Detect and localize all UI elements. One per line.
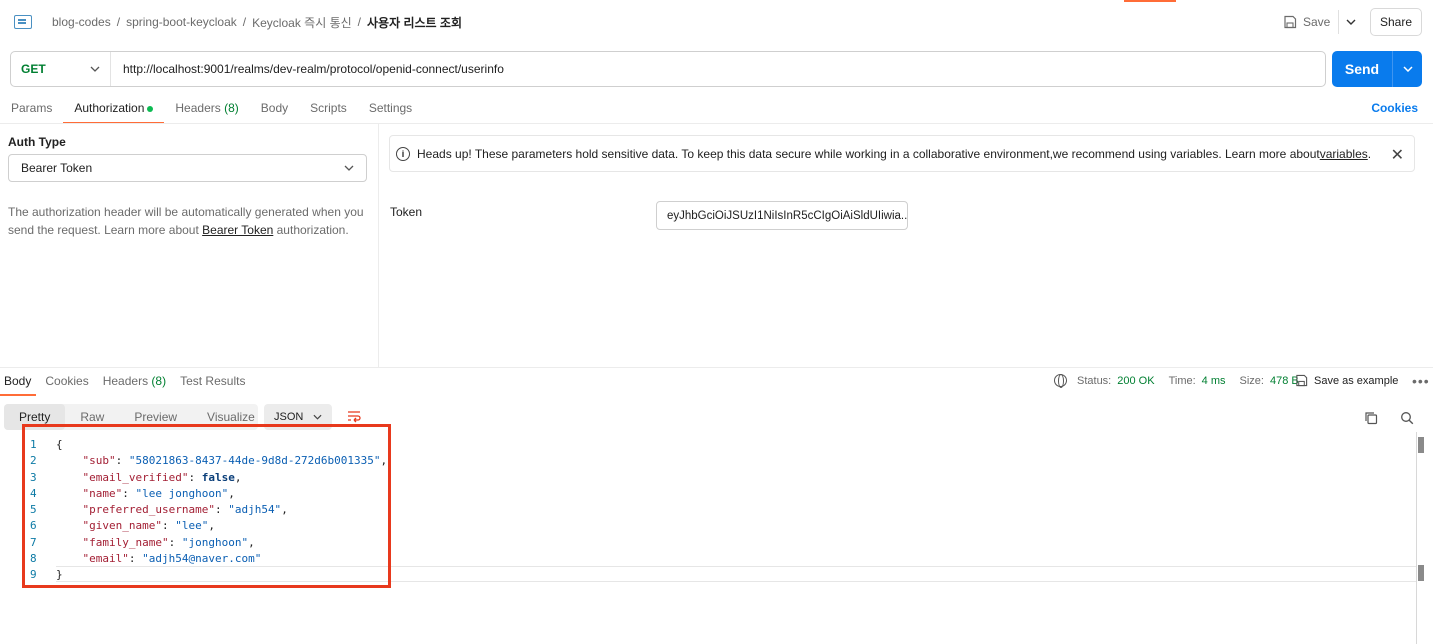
editor-scrollbar[interactable]	[1416, 432, 1417, 644]
save-as-example-button[interactable]: Save as example	[1295, 374, 1398, 387]
breadcrumb-item-subfolder[interactable]: Keycloak 즉시 통신	[252, 14, 352, 31]
method-label: GET	[21, 62, 46, 76]
tab-headers-label: Headers	[175, 101, 221, 115]
bearer-token-link[interactable]: Bearer Token	[202, 223, 273, 237]
status-label: Status:	[1077, 374, 1112, 387]
more-options-icon[interactable]: •••	[1412, 373, 1430, 389]
breadcrumb-item-collection[interactable]: blog-codes	[52, 15, 111, 29]
request-tabs: Params Authorization Headers (8) Body Sc…	[0, 98, 423, 124]
divider	[0, 123, 1433, 124]
breadcrumb-separator: /	[357, 15, 361, 29]
close-icon[interactable]: ✕	[1391, 145, 1404, 165]
chevron-down-icon	[344, 165, 354, 171]
auth-description-suffix: authorization.	[273, 223, 349, 237]
globe-icon[interactable]	[1054, 374, 1067, 388]
url-bar: GET http://localhost:9001/realms/dev-rea…	[10, 51, 1326, 87]
tab-response-body[interactable]: Body	[0, 372, 37, 396]
http-request-icon	[14, 15, 32, 29]
time-label: Time:	[1168, 374, 1196, 387]
send-label: Send	[1344, 61, 1380, 77]
status-value[interactable]: 200 OK	[1117, 375, 1154, 387]
share-button[interactable]: Share	[1370, 8, 1422, 36]
time-value[interactable]: 4 ms	[1202, 375, 1226, 387]
save-as-example-label: Save as example	[1314, 374, 1399, 387]
status-dot	[147, 105, 154, 112]
save-icon	[1296, 374, 1308, 387]
send-button[interactable]: Send	[1332, 51, 1422, 87]
tab-body[interactable]: Body	[250, 98, 299, 124]
tab-params[interactable]: Params	[0, 98, 63, 124]
scrollbar-marker	[1418, 565, 1424, 581]
copy-icon[interactable]	[1364, 411, 1378, 425]
banner-text: Heads up! These parameters hold sensitiv…	[417, 146, 1320, 161]
annotation-highlight-box	[22, 424, 391, 588]
auth-type-label: Auth Type	[8, 135, 66, 149]
response-meta: Status: 200 OK Time: 4 ms Size: 478 B	[1054, 374, 1299, 388]
tab-authorization-label: Authorization	[74, 101, 145, 115]
chevron-down-icon	[313, 414, 322, 420]
tab-response-cookies[interactable]: Cookies	[40, 372, 93, 396]
auth-description: The authorization header will be automat…	[8, 203, 368, 239]
divider	[0, 367, 1433, 368]
save-options-button[interactable]	[1338, 10, 1362, 34]
breadcrumb-current-request[interactable]: 사용자 리스트 조회	[367, 14, 462, 31]
tab-headers[interactable]: Headers (8)	[164, 98, 249, 124]
breadcrumb-separator: /	[116, 15, 121, 29]
auth-type-value: Bearer Token	[21, 161, 93, 175]
wrap-lines-icon	[348, 411, 361, 423]
breadcrumb-separator: /	[242, 15, 247, 29]
response-tabs: Body Cookies Headers (8) Test Results	[0, 372, 254, 396]
method-select[interactable]: GET	[11, 52, 111, 86]
pane-divider[interactable]	[378, 124, 379, 368]
tab-headers-count: (8)	[224, 101, 239, 115]
save-icon	[1284, 15, 1297, 29]
url-input[interactable]: http://localhost:9001/realms/dev-realm/p…	[111, 62, 504, 76]
auth-type-select[interactable]: Bearer Token	[8, 154, 367, 182]
language-value: JSON	[274, 411, 304, 423]
tab-authorization[interactable]: Authorization	[63, 98, 165, 124]
sensitive-data-banner: i Heads up! These parameters hold sensit…	[389, 135, 1415, 172]
size-label: Size:	[1239, 374, 1264, 387]
tab-response-headers-count: (8)	[151, 374, 167, 388]
tab-response-headers[interactable]: Headers (8)	[98, 372, 171, 396]
chevron-down-icon	[1346, 19, 1355, 25]
search-icon[interactable]	[1400, 411, 1414, 425]
info-icon: i	[396, 146, 410, 161]
tab-response-headers-label: Headers	[102, 374, 149, 388]
scrollbar-marker	[1418, 437, 1424, 453]
save-button[interactable]: Save	[1283, 10, 1330, 34]
chevron-down-icon	[1402, 66, 1413, 72]
token-label: Token	[390, 205, 423, 219]
breadcrumb-item-folder[interactable]: spring-boot-keycloak	[126, 15, 237, 29]
tab-scripts[interactable]: Scripts	[299, 98, 358, 124]
variables-link[interactable]: variables	[1320, 147, 1368, 161]
tab-settings[interactable]: Settings	[358, 98, 423, 124]
save-label: Save	[1303, 15, 1331, 29]
breadcrumb: blog-codes / spring-boot-keycloak / Keyc…	[14, 12, 462, 32]
tab-test-results[interactable]: Test Results	[175, 372, 250, 396]
token-input[interactable]: eyJhbGciOiJSUzI1NiIsInR5cCIgOiAiSldUIiwi…	[656, 201, 908, 230]
cookies-link[interactable]: Cookies	[1371, 101, 1418, 115]
chevron-down-icon	[90, 66, 100, 72]
banner-end: .	[1367, 146, 1372, 161]
active-tab-indicator	[1124, 0, 1176, 2]
send-options-button[interactable]	[1392, 51, 1422, 87]
